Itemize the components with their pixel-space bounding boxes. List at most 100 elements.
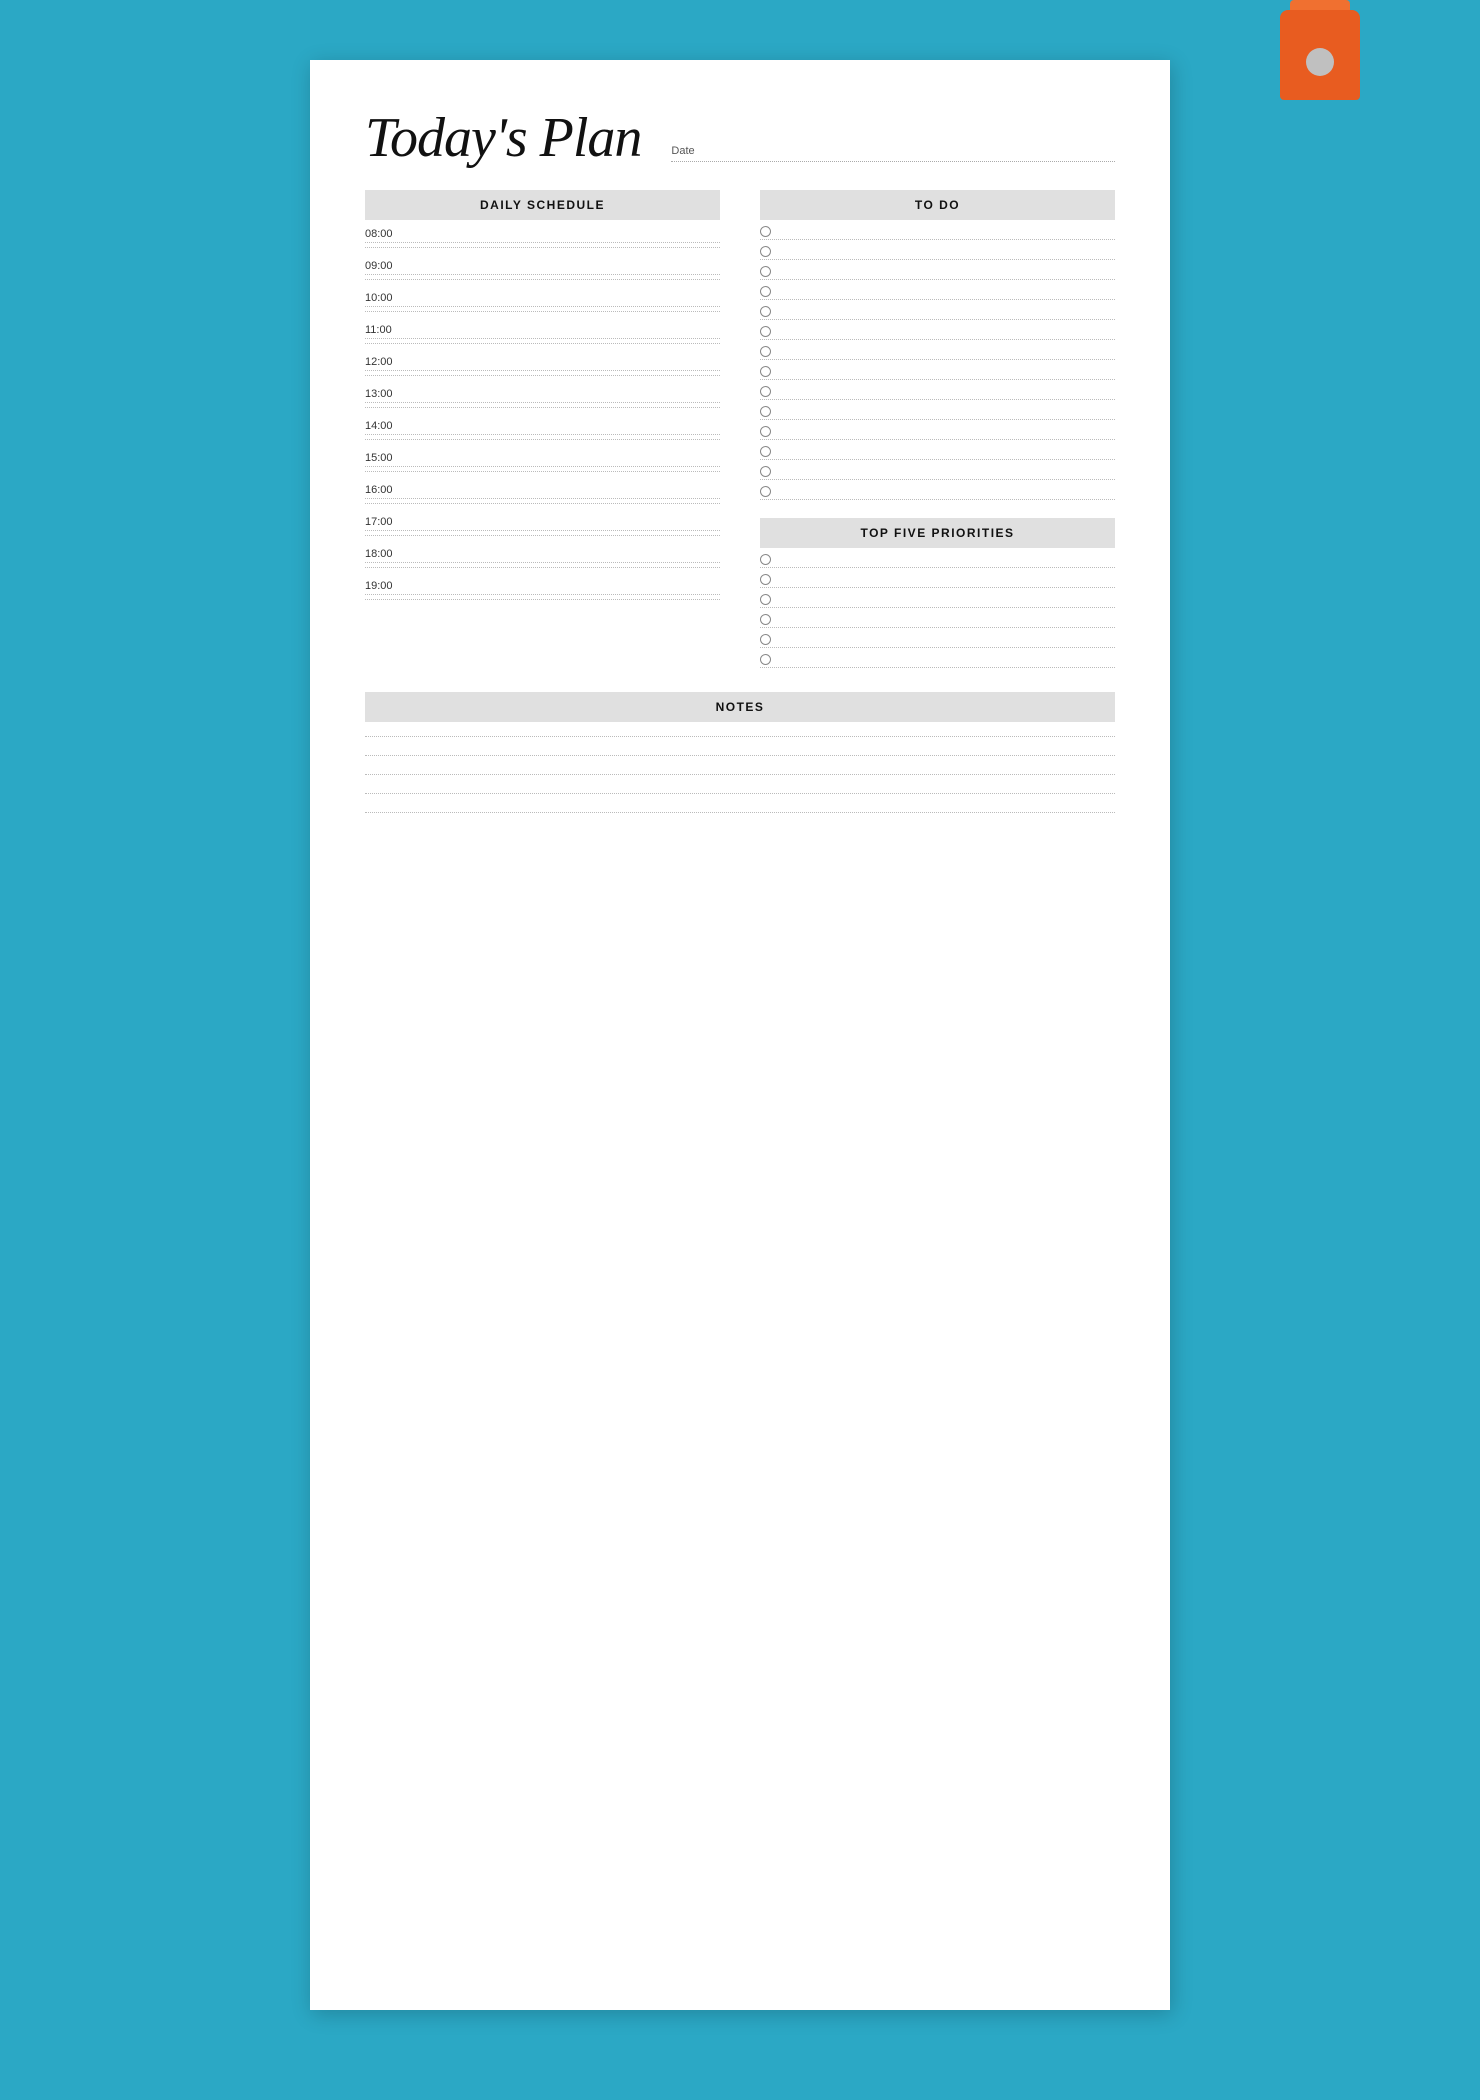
schedule-line: [365, 503, 720, 504]
todo-item: [760, 340, 1115, 360]
time-1600: 16:00: [365, 476, 720, 498]
schedule-column: DAILY SCHEDULE 08:00 09:00 10:00: [365, 190, 730, 668]
todo-checkbox[interactable]: [760, 286, 771, 297]
schedule-line: [365, 375, 720, 376]
time-1200: 12:00: [365, 348, 720, 370]
todo-checkbox[interactable]: [760, 346, 771, 357]
todo-item: [760, 260, 1115, 280]
todo-checkbox[interactable]: [760, 406, 771, 417]
priority-checkbox[interactable]: [760, 654, 771, 665]
schedule-line: [365, 311, 720, 312]
todo-checkbox[interactable]: [760, 426, 771, 437]
todo-checkbox[interactable]: [760, 446, 771, 457]
todo-item: [760, 380, 1115, 400]
date-field: Date: [671, 145, 1115, 166]
schedule-line: [365, 439, 720, 440]
notes-section: NOTES: [365, 692, 1115, 813]
todo-checkbox[interactable]: [760, 226, 771, 237]
schedule-line: [365, 530, 720, 531]
schedule-line: [365, 343, 720, 344]
priority-checkbox[interactable]: [760, 614, 771, 625]
todo-checkbox[interactable]: [760, 486, 771, 497]
time-1300: 13:00: [365, 380, 720, 402]
todo-item: [760, 480, 1115, 500]
todo-item: [760, 420, 1115, 440]
notes-line: [365, 774, 1115, 775]
priority-item: [760, 628, 1115, 648]
schedule-line: [365, 407, 720, 408]
priority-checkbox[interactable]: [760, 554, 771, 565]
priorities-section: TOP FIVE PRIORITIES: [760, 518, 1115, 668]
schedule-line: [365, 274, 720, 275]
todo-checkbox[interactable]: [760, 466, 771, 477]
main-content: DAILY SCHEDULE 08:00 09:00 10:00: [365, 190, 1115, 668]
todo-item: [760, 360, 1115, 380]
priority-item: [760, 588, 1115, 608]
priority-item: [760, 548, 1115, 568]
page-header: Today's Plan Date: [365, 110, 1115, 166]
todo-checkbox[interactable]: [760, 266, 771, 277]
todo-priorities-column: TO DO TOP FIVE PRIORITIES: [750, 190, 1115, 668]
schedule-section: 08:00 09:00 10:00 11: [365, 220, 720, 604]
date-label: Date: [671, 145, 1115, 157]
notes-line: [365, 793, 1115, 794]
notes-header: NOTES: [365, 692, 1115, 722]
schedule-line: [365, 434, 720, 435]
time-1700: 17:00: [365, 508, 720, 530]
time-1900: 19:00: [365, 572, 720, 594]
schedule-row-1000: 10:00: [365, 284, 720, 316]
schedule-line: [365, 306, 720, 307]
priorities-list: [760, 548, 1115, 668]
schedule-line: [365, 370, 720, 371]
todo-checkbox[interactable]: [760, 326, 771, 337]
schedule-line: [365, 562, 720, 563]
time-1400: 14:00: [365, 412, 720, 434]
notes-line: [365, 736, 1115, 737]
date-line: [671, 161, 1115, 162]
schedule-row-1200: 12:00: [365, 348, 720, 380]
schedule-line: [365, 471, 720, 472]
notes-lines: [365, 736, 1115, 813]
paper: Today's Plan Date DAILY SCHEDULE 08:00 0…: [310, 60, 1170, 2010]
schedule-row-1400: 14:00: [365, 412, 720, 444]
todo-checkbox[interactable]: [760, 366, 771, 377]
todo-checkbox[interactable]: [760, 306, 771, 317]
todo-checkbox[interactable]: [760, 246, 771, 257]
todo-checkbox[interactable]: [760, 386, 771, 397]
todo-section: [760, 220, 1115, 500]
todo-item: [760, 300, 1115, 320]
schedule-row-1300: 13:00: [365, 380, 720, 412]
schedule-line: [365, 567, 720, 568]
schedule-row-1700: 17:00: [365, 508, 720, 540]
schedule-line: [365, 279, 720, 280]
schedule-line: [365, 498, 720, 499]
priority-checkbox[interactable]: [760, 594, 771, 605]
priorities-header: TOP FIVE PRIORITIES: [760, 518, 1115, 548]
priority-checkbox[interactable]: [760, 634, 771, 645]
time-1500: 15:00: [365, 444, 720, 466]
schedule-line: [365, 466, 720, 467]
time-0900: 09:00: [365, 252, 720, 274]
schedule-row-1600: 16:00: [365, 476, 720, 508]
page-title: Today's Plan: [365, 110, 641, 166]
notes-line: [365, 755, 1115, 756]
priority-checkbox[interactable]: [760, 574, 771, 585]
todo-item: [760, 440, 1115, 460]
todo-item: [760, 400, 1115, 420]
schedule-line: [365, 247, 720, 248]
schedule-row-0900: 09:00: [365, 252, 720, 284]
sharpener-decoration: [1280, 0, 1360, 130]
schedule-header: DAILY SCHEDULE: [365, 190, 720, 220]
schedule-line: [365, 535, 720, 536]
todo-item: [760, 460, 1115, 480]
todo-item: [760, 220, 1115, 240]
schedule-row-1100: 11:00: [365, 316, 720, 348]
time-1100: 11:00: [365, 316, 720, 338]
todo-item: [760, 240, 1115, 260]
schedule-row-1500: 15:00: [365, 444, 720, 476]
schedule-row-1900: 19:00: [365, 572, 720, 604]
priority-item: [760, 648, 1115, 668]
schedule-line: [365, 242, 720, 243]
schedule-row-1800: 18:00: [365, 540, 720, 572]
time-0800: 08:00: [365, 220, 720, 242]
